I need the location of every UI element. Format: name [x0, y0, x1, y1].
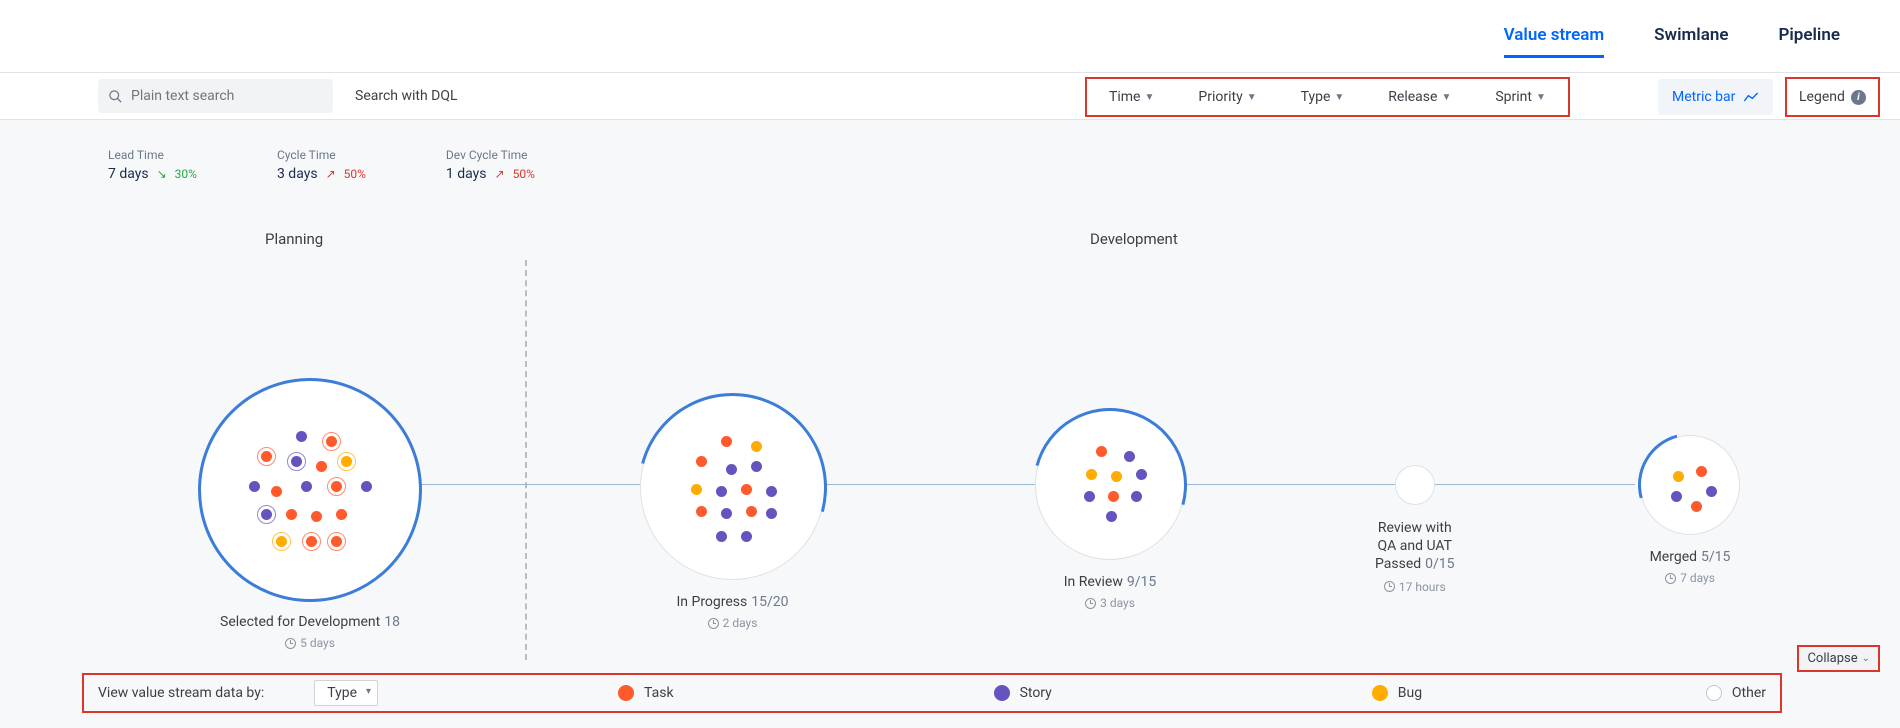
stage-in-progress[interactable]: In Progress15/20 2 days — [640, 395, 825, 630]
metric-pct: 50% — [344, 167, 366, 181]
collapse-button[interactable]: Collapse⌄ — [1797, 645, 1880, 672]
clock-icon — [708, 618, 719, 629]
stage-sub: 17 hours — [1399, 580, 1446, 594]
trend-up-icon: ↗ — [326, 167, 336, 181]
stage-count: 18 — [384, 614, 400, 630]
metric-label: Cycle Time — [277, 148, 366, 162]
legend-item-other[interactable]: Other — [1706, 685, 1766, 701]
section-planning: Planning — [265, 230, 323, 248]
trend-down-icon: ↘ — [157, 167, 167, 181]
stage-count: 9/15 — [1127, 574, 1156, 590]
trend-up-icon: ↗ — [495, 167, 505, 181]
search-icon — [108, 89, 123, 104]
stage-name: In Progress — [676, 594, 747, 610]
dots — [1036, 411, 1184, 559]
tab-pipeline[interactable]: Pipeline — [1778, 25, 1840, 58]
metric-lead-time: Lead Time 7 days ↘ 30% — [108, 148, 197, 182]
filter-bar: Search with DQL Time▼ Priority▼ Type▼ Re… — [0, 72, 1900, 120]
chevron-down-icon: ▼ — [1441, 92, 1451, 103]
trend-up-icon — [1743, 91, 1759, 103]
swatch-task — [618, 685, 634, 701]
metric-pct: 50% — [513, 167, 535, 181]
dots — [641, 396, 824, 579]
top-tabs: Value stream Swimlane Pipeline — [1504, 25, 1840, 58]
legend-item-bug[interactable]: Bug — [1372, 685, 1422, 701]
stage-review-qa[interactable]: Review with QA and UAT Passed0/15 17 hou… — [1375, 465, 1455, 594]
filter-release[interactable]: Release▼ — [1388, 89, 1451, 105]
dots — [1641, 436, 1739, 534]
legend-item-story[interactable]: Story — [994, 685, 1052, 701]
section-development: Development — [1090, 230, 1178, 248]
stage-sub: 7 days — [1680, 571, 1715, 585]
stage-name: QA and UAT — [1375, 537, 1455, 555]
clock-icon — [1085, 598, 1096, 609]
info-icon: i — [1851, 90, 1866, 105]
legend-label: View value stream data by: — [98, 685, 264, 701]
stage-sub: 5 days — [300, 636, 335, 650]
stage-name: Selected for Development — [220, 614, 380, 630]
stage-area: Lead Time 7 days ↘ 30% Cycle Time 3 days… — [0, 120, 1900, 728]
swatch-bug — [1372, 685, 1388, 701]
stage-merged[interactable]: Merged5/15 7 days — [1640, 435, 1740, 585]
stage-name: In Review — [1064, 574, 1123, 590]
stage-sub: 3 days — [1100, 596, 1135, 610]
chevron-down-icon: ⌄ — [1862, 653, 1870, 664]
search-dql-link[interactable]: Search with DQL — [355, 88, 458, 104]
filters-group: Time▼ Priority▼ Type▼ Release▼ Sprint▼ — [1085, 77, 1570, 117]
chevron-down-icon: ▼ — [1144, 92, 1154, 103]
stage-count: 5/15 — [1701, 549, 1730, 565]
clock-icon — [1384, 581, 1395, 592]
search-box[interactable] — [98, 79, 333, 113]
metric-label: Dev Cycle Time — [446, 148, 535, 162]
clock-icon — [1665, 573, 1676, 584]
metric-bar-button[interactable]: Metric bar — [1658, 79, 1773, 115]
swatch-other — [1706, 685, 1722, 701]
stage-name: Passed — [1375, 556, 1421, 572]
filter-type[interactable]: Type▼ — [1301, 89, 1345, 105]
stage-name: Merged — [1650, 549, 1697, 565]
metric-cycle-time: Cycle Time 3 days ↗ 50% — [277, 148, 366, 182]
section-divider — [525, 260, 527, 660]
legend-bar: View value stream data by: Type Task Sto… — [82, 673, 1782, 713]
metric-value: 3 days — [277, 166, 318, 182]
legend-type-select[interactable]: Type — [314, 680, 378, 706]
stage-selected[interactable]: Selected for Development18 5 days — [200, 380, 420, 650]
clock-icon — [285, 638, 296, 649]
filter-sprint[interactable]: Sprint▼ — [1495, 89, 1546, 105]
stage-count: 0/15 — [1425, 556, 1454, 572]
filter-priority[interactable]: Priority▼ — [1198, 89, 1256, 105]
chevron-down-icon: ▼ — [1334, 92, 1344, 103]
chevron-down-icon: ▼ — [1536, 92, 1546, 103]
metric-dev-cycle-time: Dev Cycle Time 1 days ↗ 50% — [446, 148, 535, 182]
tab-swimlane[interactable]: Swimlane — [1654, 25, 1728, 58]
metric-value: 1 days — [446, 166, 487, 182]
stage-name: Review with — [1375, 519, 1455, 537]
legend-button[interactable]: Legend i — [1785, 77, 1880, 117]
metrics-row: Lead Time 7 days ↘ 30% Cycle Time 3 days… — [108, 148, 535, 182]
metric-value: 7 days — [108, 166, 149, 182]
swatch-story — [994, 685, 1010, 701]
metric-label: Lead Time — [108, 148, 197, 162]
metric-pct: 30% — [175, 167, 197, 181]
filter-time[interactable]: Time▼ — [1109, 89, 1154, 105]
stage-sub: 2 days — [723, 616, 758, 630]
stage-count: 15/20 — [751, 594, 788, 610]
chevron-down-icon: ▼ — [1247, 92, 1257, 103]
search-input[interactable] — [131, 88, 323, 104]
dots — [201, 381, 419, 599]
tab-value-stream[interactable]: Value stream — [1504, 25, 1605, 58]
legend-item-task[interactable]: Task — [618, 685, 674, 701]
stage-in-review[interactable]: In Review9/15 3 days — [1035, 410, 1185, 610]
